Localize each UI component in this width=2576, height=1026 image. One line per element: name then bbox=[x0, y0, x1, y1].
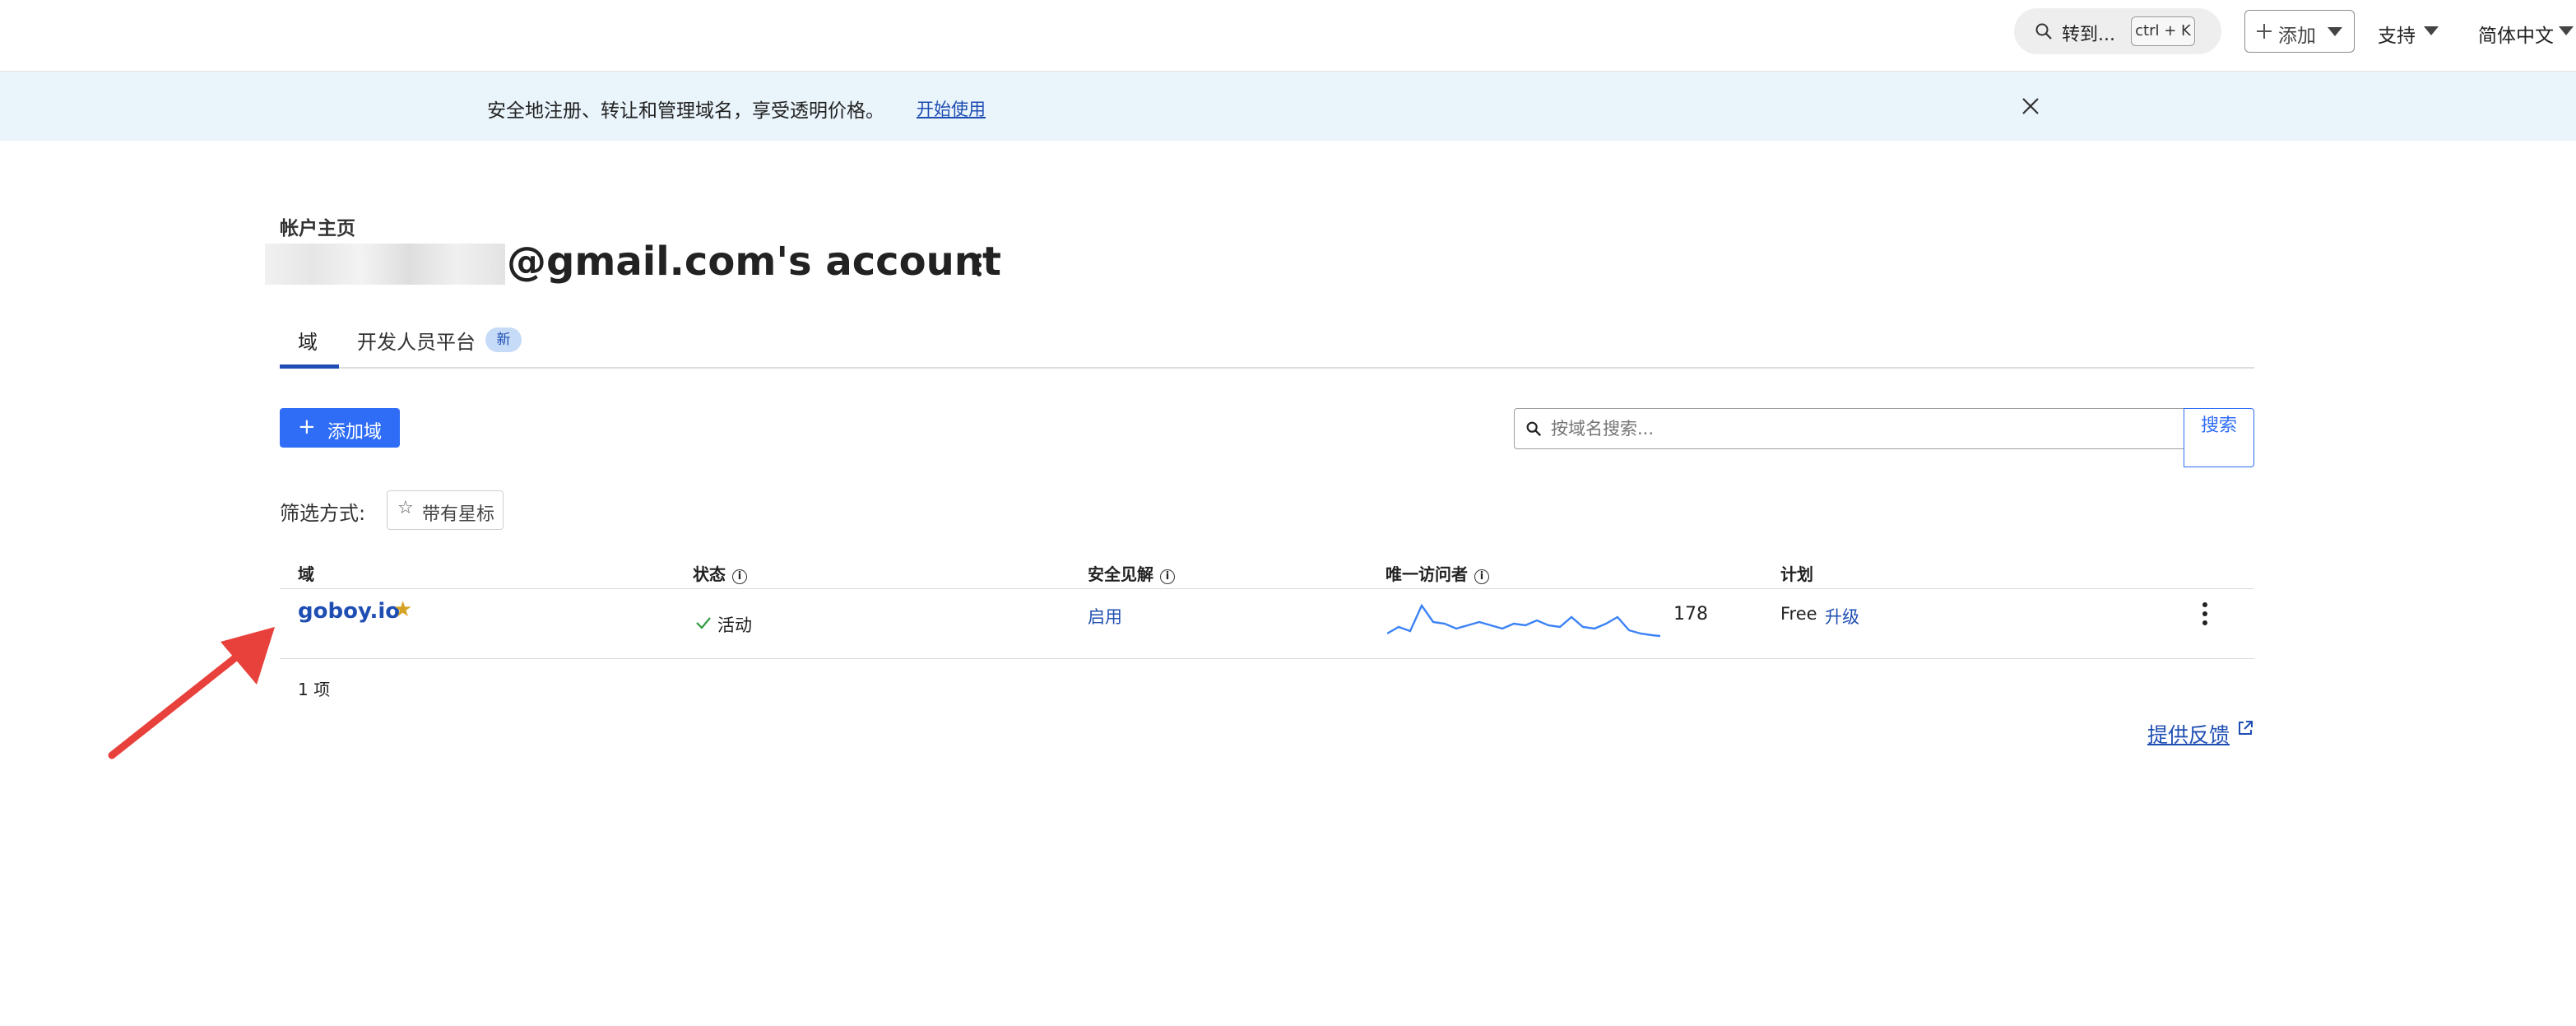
domain-search-field[interactable] bbox=[1514, 408, 2185, 449]
filter-label: 筛选方式: bbox=[280, 502, 366, 525]
tabs-divider bbox=[280, 367, 2254, 369]
info-icon[interactable]: i bbox=[1474, 569, 1489, 584]
search-button[interactable]: 搜索 bbox=[2184, 408, 2254, 467]
column-header-domain[interactable]: 域 bbox=[298, 561, 314, 585]
plus-icon: + bbox=[298, 415, 316, 439]
item-count: 1 项 bbox=[298, 680, 331, 699]
column-header-visitors-wrap: 唯一访问者 i bbox=[1385, 561, 1489, 585]
support-menu[interactable]: 支持 bbox=[2378, 20, 2416, 48]
column-header-status[interactable]: 状态 bbox=[693, 564, 726, 584]
tab-domains[interactable]: 域 bbox=[298, 326, 318, 355]
active-tab-indicator bbox=[280, 364, 339, 369]
check-icon bbox=[696, 617, 711, 629]
chevron-down-icon bbox=[2559, 26, 2574, 35]
goto-label: 转到... bbox=[2062, 25, 2115, 45]
close-icon[interactable] bbox=[2021, 96, 2040, 116]
account-menu-icon[interactable] bbox=[971, 252, 987, 281]
upgrade-link[interactable]: 升级 bbox=[1825, 604, 1859, 629]
column-header-security-wrap: 安全见解 i bbox=[1088, 561, 1175, 585]
external-link-icon[interactable] bbox=[2236, 719, 2254, 737]
plan-name: Free bbox=[1780, 604, 1817, 624]
search-icon bbox=[2035, 23, 2052, 39]
add-domain-label: 添加域 bbox=[327, 422, 383, 443]
column-header-plan: 计划 bbox=[1780, 564, 1813, 584]
visitor-count: 178 bbox=[1673, 604, 1708, 624]
plus-icon bbox=[2257, 24, 2272, 39]
language-menu[interactable]: 简体中文 bbox=[2478, 20, 2554, 48]
chevron-down-icon bbox=[2424, 26, 2439, 35]
breadcrumb[interactable]: 帐户主页 bbox=[280, 212, 355, 240]
table-row bbox=[280, 589, 2254, 658]
column-header-status-wrap: 状态 i bbox=[693, 561, 747, 585]
new-badge: 新 bbox=[485, 327, 522, 352]
add-dropdown-button[interactable]: 添加 bbox=[2244, 10, 2355, 53]
feedback-link[interactable]: 提供反馈 bbox=[2147, 719, 2230, 749]
add-domain-button[interactable]: + 添加域 bbox=[280, 408, 400, 448]
visitors-sparkline bbox=[1387, 603, 1661, 638]
info-icon[interactable]: i bbox=[1160, 569, 1175, 584]
row-divider bbox=[280, 658, 2254, 659]
banner-start-link[interactable]: 开始使用 bbox=[917, 96, 986, 121]
add-label: 添加 bbox=[2278, 26, 2316, 47]
domain-link[interactable]: goboy.io bbox=[298, 599, 400, 624]
starred-filter-label: 带有星标 bbox=[422, 504, 495, 525]
star-filled-icon[interactable]: ★ bbox=[393, 597, 412, 622]
search-icon bbox=[1526, 421, 1542, 437]
info-icon[interactable]: i bbox=[732, 569, 747, 584]
tab-developer-platform[interactable]: 开发人员平台 bbox=[357, 326, 476, 355]
chevron-down-icon bbox=[2328, 27, 2342, 36]
shortcut-hint: ctrl + K bbox=[2131, 16, 2195, 46]
promo-banner: 安全地注册、转让和管理域名，享受透明价格。 开始使用 bbox=[0, 72, 2576, 141]
page-title: @gmail.com's account bbox=[507, 239, 1001, 285]
security-enable-link[interactable]: 启用 bbox=[1088, 604, 1122, 629]
status-text: 活动 bbox=[717, 615, 752, 635]
goto-search-button[interactable]: 转到... ctrl + K bbox=[2014, 8, 2221, 54]
column-header-security[interactable]: 安全见解 bbox=[1088, 564, 1153, 584]
star-outline-icon: ☆ bbox=[397, 498, 414, 518]
row-menu-icon[interactable] bbox=[2197, 601, 2213, 629]
column-header-visitors[interactable]: 唯一访问者 bbox=[1385, 564, 1468, 584]
annotation-arrow bbox=[108, 627, 275, 759]
search-input[interactable] bbox=[1549, 416, 2178, 442]
top-bar: 转到... ctrl + K 添加 支持 简体中文 bbox=[0, 0, 2576, 72]
banner-message: 安全地注册、转让和管理域名，享受透明价格。 bbox=[487, 100, 884, 122]
redacted-email bbox=[265, 244, 505, 285]
starred-filter-button[interactable]: ☆ 带有星标 bbox=[387, 490, 504, 530]
